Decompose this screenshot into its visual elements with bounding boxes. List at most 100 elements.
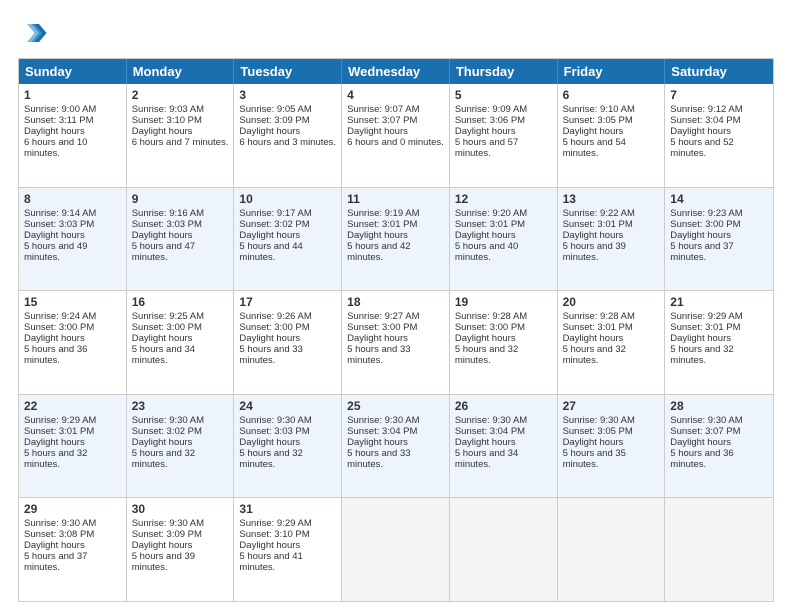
calendar-cell: 8 Sunrise: 9:14 AM Sunset: 3:03 PM Dayli… <box>19 188 127 291</box>
sunset: Sunset: 3:00 PM <box>455 322 525 333</box>
daylight-duration: 5 hours and 47 minutes. <box>132 241 195 263</box>
calendar-cell: 4 Sunrise: 9:07 AM Sunset: 3:07 PM Dayli… <box>342 84 450 187</box>
sunset: Sunset: 3:01 PM <box>455 219 525 230</box>
calendar-cell: 26 Sunrise: 9:30 AM Sunset: 3:04 PM Dayl… <box>450 395 558 498</box>
daylight-duration: 5 hours and 42 minutes. <box>347 241 410 263</box>
calendar-cell: 29 Sunrise: 9:30 AM Sunset: 3:08 PM Dayl… <box>19 498 127 601</box>
daylight: Daylight hours <box>132 126 193 137</box>
calendar-cell <box>558 498 666 601</box>
sunrise: Sunrise: 9:05 AM <box>239 104 311 115</box>
calendar-cell: 18 Sunrise: 9:27 AM Sunset: 3:00 PM Dayl… <box>342 291 450 394</box>
calendar-cell: 13 Sunrise: 9:22 AM Sunset: 3:01 PM Dayl… <box>558 188 666 291</box>
daylight: Daylight hours <box>24 437 85 448</box>
sunrise: Sunrise: 9:22 AM <box>563 208 635 219</box>
calendar-cell: 12 Sunrise: 9:20 AM Sunset: 3:01 PM Dayl… <box>450 188 558 291</box>
sunrise: Sunrise: 9:30 AM <box>455 415 527 426</box>
daylight-duration: 5 hours and 49 minutes. <box>24 241 87 263</box>
sunset: Sunset: 3:08 PM <box>24 529 94 540</box>
calendar-cell: 25 Sunrise: 9:30 AM Sunset: 3:04 PM Dayl… <box>342 395 450 498</box>
sunset: Sunset: 3:01 PM <box>563 219 633 230</box>
calendar-row: 1 Sunrise: 9:00 AM Sunset: 3:11 PM Dayli… <box>19 84 773 188</box>
sunset: Sunset: 3:07 PM <box>347 115 417 126</box>
logo <box>18 18 52 48</box>
sunrise: Sunrise: 9:12 AM <box>670 104 742 115</box>
sunrise: Sunrise: 9:29 AM <box>24 415 96 426</box>
day-number: 10 <box>239 192 336 206</box>
calendar-cell: 19 Sunrise: 9:28 AM Sunset: 3:00 PM Dayl… <box>450 291 558 394</box>
daylight: Daylight hours <box>455 230 516 241</box>
weekday-header: Saturday <box>665 59 773 84</box>
daylight-duration: 5 hours and 39 minutes. <box>132 551 195 573</box>
day-number: 30 <box>132 502 229 516</box>
sunset: Sunset: 3:01 PM <box>347 219 417 230</box>
day-number: 28 <box>670 399 768 413</box>
day-number: 31 <box>239 502 336 516</box>
daylight: Daylight hours <box>239 540 300 551</box>
daylight-duration: 5 hours and 32 minutes. <box>455 344 518 366</box>
day-number: 17 <box>239 295 336 309</box>
sunrise: Sunrise: 9:24 AM <box>24 311 96 322</box>
calendar-cell: 14 Sunrise: 9:23 AM Sunset: 3:00 PM Dayl… <box>665 188 773 291</box>
daylight-duration: 5 hours and 32 minutes. <box>132 448 195 470</box>
day-number: 16 <box>132 295 229 309</box>
calendar-cell <box>450 498 558 601</box>
daylight-duration: 6 hours and 0 minutes. <box>347 137 444 148</box>
sunrise: Sunrise: 9:28 AM <box>563 311 635 322</box>
sunrise: Sunrise: 9:30 AM <box>563 415 635 426</box>
sunrise: Sunrise: 9:23 AM <box>670 208 742 219</box>
calendar-row: 22 Sunrise: 9:29 AM Sunset: 3:01 PM Dayl… <box>19 395 773 499</box>
day-number: 6 <box>563 88 660 102</box>
day-number: 4 <box>347 88 444 102</box>
daylight-duration: 5 hours and 33 minutes. <box>347 344 410 366</box>
daylight: Daylight hours <box>239 126 300 137</box>
sunrise: Sunrise: 9:07 AM <box>347 104 419 115</box>
day-number: 8 <box>24 192 121 206</box>
sunset: Sunset: 3:01 PM <box>670 322 740 333</box>
daylight: Daylight hours <box>347 437 408 448</box>
daylight-duration: 5 hours and 34 minutes. <box>455 448 518 470</box>
calendar-body: 1 Sunrise: 9:00 AM Sunset: 3:11 PM Dayli… <box>19 84 773 601</box>
day-number: 20 <box>563 295 660 309</box>
daylight-duration: 6 hours and 7 minutes. <box>132 137 229 148</box>
weekday-header: Thursday <box>450 59 558 84</box>
sunrise: Sunrise: 9:30 AM <box>670 415 742 426</box>
sunset: Sunset: 3:10 PM <box>132 115 202 126</box>
daylight: Daylight hours <box>132 540 193 551</box>
sunrise: Sunrise: 9:14 AM <box>24 208 96 219</box>
sunrise: Sunrise: 9:30 AM <box>132 518 204 529</box>
calendar-cell: 11 Sunrise: 9:19 AM Sunset: 3:01 PM Dayl… <box>342 188 450 291</box>
daylight: Daylight hours <box>563 333 624 344</box>
sunrise: Sunrise: 9:30 AM <box>132 415 204 426</box>
calendar-cell: 5 Sunrise: 9:09 AM Sunset: 3:06 PM Dayli… <box>450 84 558 187</box>
calendar-cell: 9 Sunrise: 9:16 AM Sunset: 3:03 PM Dayli… <box>127 188 235 291</box>
sunset: Sunset: 3:10 PM <box>239 529 309 540</box>
daylight: Daylight hours <box>347 230 408 241</box>
daylight: Daylight hours <box>670 333 731 344</box>
daylight: Daylight hours <box>239 437 300 448</box>
sunset: Sunset: 3:03 PM <box>239 426 309 437</box>
sunset: Sunset: 3:07 PM <box>670 426 740 437</box>
calendar-cell: 27 Sunrise: 9:30 AM Sunset: 3:05 PM Dayl… <box>558 395 666 498</box>
sunrise: Sunrise: 9:29 AM <box>239 518 311 529</box>
sunrise: Sunrise: 9:16 AM <box>132 208 204 219</box>
calendar-cell: 16 Sunrise: 9:25 AM Sunset: 3:00 PM Dayl… <box>127 291 235 394</box>
calendar-cell: 28 Sunrise: 9:30 AM Sunset: 3:07 PM Dayl… <box>665 395 773 498</box>
day-number: 3 <box>239 88 336 102</box>
daylight-duration: 5 hours and 33 minutes. <box>239 344 302 366</box>
daylight-duration: 5 hours and 34 minutes. <box>132 344 195 366</box>
daylight-duration: 5 hours and 36 minutes. <box>24 344 87 366</box>
day-number: 26 <box>455 399 552 413</box>
weekday-header: Wednesday <box>342 59 450 84</box>
daylight: Daylight hours <box>132 333 193 344</box>
day-number: 11 <box>347 192 444 206</box>
day-number: 19 <box>455 295 552 309</box>
daylight-duration: 5 hours and 40 minutes. <box>455 241 518 263</box>
page: SundayMondayTuesdayWednesdayThursdayFrid… <box>0 0 792 612</box>
day-number: 9 <box>132 192 229 206</box>
calendar-cell: 23 Sunrise: 9:30 AM Sunset: 3:02 PM Dayl… <box>127 395 235 498</box>
daylight-duration: 5 hours and 41 minutes. <box>239 551 302 573</box>
daylight-duration: 6 hours and 3 minutes. <box>239 137 336 148</box>
day-number: 5 <box>455 88 552 102</box>
calendar-cell: 1 Sunrise: 9:00 AM Sunset: 3:11 PM Dayli… <box>19 84 127 187</box>
daylight-duration: 5 hours and 33 minutes. <box>347 448 410 470</box>
